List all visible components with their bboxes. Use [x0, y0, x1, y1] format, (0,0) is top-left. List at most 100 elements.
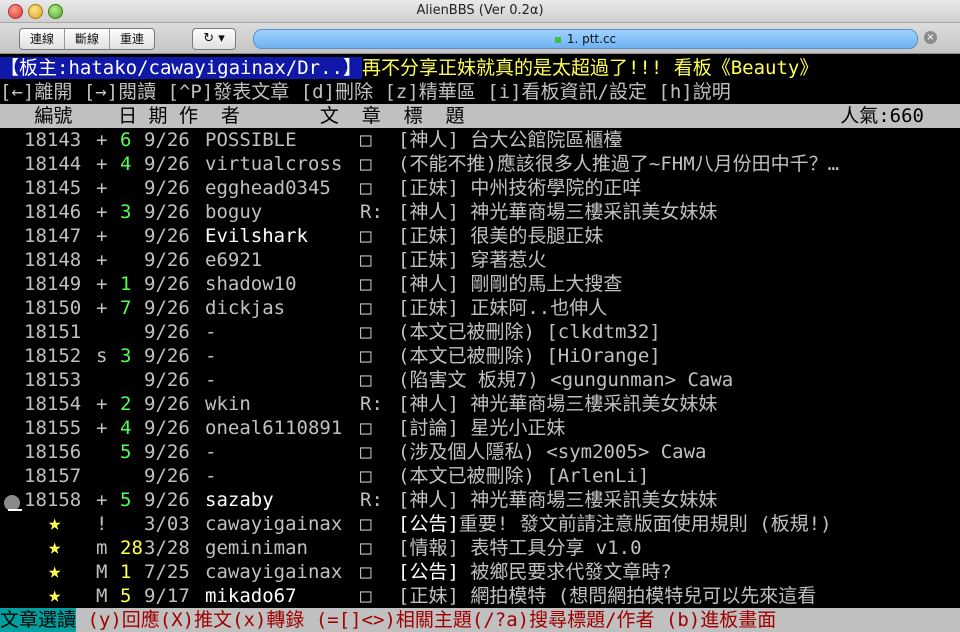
article-date: 9/26	[144, 297, 190, 319]
article-number: 18158	[24, 489, 82, 511]
article-number: 18147	[24, 225, 82, 247]
article-type: □	[360, 345, 372, 367]
article-type: □	[360, 585, 372, 607]
article-title: [公告] 被鄉民要求代發文章時?	[398, 560, 672, 584]
article-date: 9/26	[144, 177, 190, 199]
article-number: 18154	[24, 393, 82, 415]
article-title: (陷害文 板規7) <gungunman> Cawa	[398, 369, 734, 391]
article-date: 9/26	[144, 345, 190, 367]
article-author: e6921	[205, 249, 263, 271]
article-row[interactable]: 18145 +9/26 egghead0345 □ [正妹] 中州技術學院的正咩	[0, 176, 960, 200]
article-date: 3/28	[144, 537, 190, 559]
terminal-screen[interactable]: 【板主:hatako/cawayigainax/Dr..】再不分享正妹就真的是太…	[0, 54, 960, 632]
article-mark: +	[96, 153, 108, 175]
article-number: 18152	[24, 345, 82, 367]
board-title: 再不分享正妹就真的是太超過了!!! 看板《Beauty》	[361, 57, 819, 79]
article-type: R:	[360, 393, 383, 415]
article-row[interactable]: 18157 9/26- □ (本文已被刪除) [ArlenLi]	[0, 464, 960, 488]
article-author: -	[205, 321, 217, 343]
article-mark: +	[96, 489, 108, 511]
article-type: □	[360, 561, 372, 583]
article-row[interactable]: 18158 +5 9/26 sazaby R: [神人] 神光華商場三樓采訊美女妹妹	[0, 488, 960, 512]
article-author: shadow10	[205, 273, 297, 295]
article-type: □	[360, 321, 372, 343]
recommend-count: 2	[120, 393, 132, 415]
popularity-count: 人氣:660	[840, 105, 924, 127]
article-author: -	[205, 369, 217, 391]
article-author: oneal6110891	[205, 417, 343, 439]
article-date: 9/26	[144, 321, 190, 343]
article-title: (本文已被刪除) [ArlenLi]	[398, 465, 650, 487]
article-row[interactable]: 18151 9/26- □ (本文已被刪除) [clkdtm32]	[0, 320, 960, 344]
article-date: 9/26	[144, 441, 190, 463]
article-author: dickjas	[205, 297, 286, 319]
article-type: □	[360, 417, 372, 439]
article-title: [神人] 神光華商場三樓采訊美女妹妹	[398, 489, 718, 511]
recommend-count: 1	[120, 561, 132, 583]
article-title-text: [正妹] 網拍模特 (想問網拍模特兒可以先來這看	[398, 585, 817, 607]
session-tab[interactable]: 1. ptt.cc	[253, 29, 918, 49]
text-cursor	[8, 509, 22, 511]
article-row[interactable]: 18148 +9/26 e6921 □ [正妹] 穿著惹火	[0, 248, 960, 272]
article-row[interactable]: 18150 +7 9/26 dickjas □ [正妹] 正妹阿..也伸人	[0, 296, 960, 320]
refresh-menu-button[interactable]: ↻ ▾	[192, 28, 236, 50]
pinned-article-row[interactable]: ★! 3/03 cawayigainax □ [公告]重要! 發文前請注意版面使用規則 …	[0, 512, 960, 536]
article-date: 9/26	[144, 489, 190, 511]
article-title: [正妹] 穿著惹火	[398, 249, 547, 271]
pinned-star-icon: ★	[48, 511, 62, 536]
article-title: [神人] 神光華商場三樓采訊美女妹妹	[398, 201, 718, 223]
connect-button[interactable]: 連線	[20, 29, 66, 49]
article-number: 18143	[24, 129, 82, 151]
disconnect-button[interactable]: 斷線	[65, 29, 111, 49]
connected-indicator-icon	[554, 36, 561, 43]
footer-help: (y)回應(X)推文(x)轉錄 (=[]<>)相關主題(/?a)搜尋標題/作者 …	[76, 609, 777, 631]
article-title: [公告]重要! 發文前請注意版面使用規則 (板規!)	[398, 512, 832, 536]
article-row[interactable]: 18155 +4 9/26 oneal6110891 □ [討論] 星光小正妹	[0, 416, 960, 440]
article-row[interactable]: 18144 +4 9/26 virtualcross □ (不能不推)應該很多人推過了~F…	[0, 152, 960, 176]
article-author: egghead0345	[205, 177, 331, 199]
article-row[interactable]: 18147 +9/26 Evilshark □ [正妹] 很美的長腿正妹	[0, 224, 960, 248]
article-mark: +	[96, 225, 108, 247]
article-title: [正妹] 很美的長腿正妹	[398, 225, 604, 247]
article-title-text: 重要! 發文前請注意版面使用規則 (板規!)	[458, 513, 832, 535]
reconnect-button[interactable]: 重連	[110, 29, 154, 49]
article-author: -	[205, 345, 217, 367]
article-date: 9/17	[144, 585, 190, 607]
board-header: 【板主:hatako/cawayigainax/Dr..】再不分享正妹就真的是太…	[0, 56, 960, 80]
article-title: (本文已被刪除) [clkdtm32]	[398, 321, 661, 343]
window-titlebar: AlienBBS (Ver 0.2α)	[0, 0, 960, 23]
article-row[interactable]: 18146 +3 9/26 boguy R: [神人] 神光華商場三樓采訊美女妹妹	[0, 200, 960, 224]
column-header-labels: 編號 日 期 作 者 文 章 標 題	[0, 105, 465, 127]
article-number: 18150	[24, 297, 82, 319]
article-mark: +	[96, 201, 108, 223]
article-mark: +	[96, 273, 108, 295]
article-author: Evilshark	[205, 225, 308, 247]
article-row[interactable]: 18156 5 9/26- □ (涉及個人隱私) <sym2005> Cawa	[0, 440, 960, 464]
pinned-star-icon: ★	[48, 559, 62, 584]
pinned-article-row[interactable]: ★ m 28 3/28 geminiman □ [情報] 表特工具分享 v1.0	[0, 536, 960, 560]
article-row[interactable]: 18152 s 3 9/26- □ (本文已被刪除) [HiOrange]	[0, 344, 960, 368]
article-date: 9/26	[144, 465, 190, 487]
pinned-article-row[interactable]: ★ M 1 7/25 cawayigainax □ [公告] 被鄉民要求代發文章時?	[0, 560, 960, 584]
article-title: [正妹] 網拍模特 (想問網拍模特兒可以先來這看	[398, 584, 816, 608]
article-row[interactable]: 18143 +6 9/26 POSSIBLE □ [神人] 台大公館院區櫃檯	[0, 128, 960, 152]
close-tab-icon[interactable]: ×	[924, 31, 937, 44]
recommend-count: 3	[120, 345, 132, 367]
article-title: (不能不推)應該很多人推過了~FHM八月份田中千？…	[398, 153, 840, 175]
article-author: POSSIBLE	[205, 129, 297, 151]
article-title: [神人] 剛剛的馬上大搜查	[398, 273, 623, 295]
recommend-count: 5	[120, 585, 132, 607]
article-row[interactable]: 18153 9/26- □ (陷害文 板規7) <gungunman> Cawa	[0, 368, 960, 392]
column-header: 編號 日 期 作 者 文 章 標 題 人氣:660	[0, 104, 960, 128]
pinned-article-row[interactable]: ★ M 5 9/17 mikado67 □ [正妹] 網拍模特 (想問網拍模特兒可以先來這看	[0, 584, 960, 608]
pinned-star-icon: ★	[48, 583, 62, 608]
article-number: 18157	[24, 465, 82, 487]
article-row[interactable]: 18154 +2 9/26 wkin R: [神人] 神光華商場三樓采訊美女妹妹	[0, 392, 960, 416]
article-author: wkin	[205, 393, 251, 415]
article-mark: +	[96, 297, 108, 319]
article-number: 18155	[24, 417, 82, 439]
article-date: 9/26	[144, 201, 190, 223]
article-type: □	[360, 465, 372, 487]
article-row[interactable]: 18149 +1 9/26 shadow10 □ [神人] 剛剛的馬上大搜查	[0, 272, 960, 296]
recommend-count: 3	[120, 201, 132, 223]
